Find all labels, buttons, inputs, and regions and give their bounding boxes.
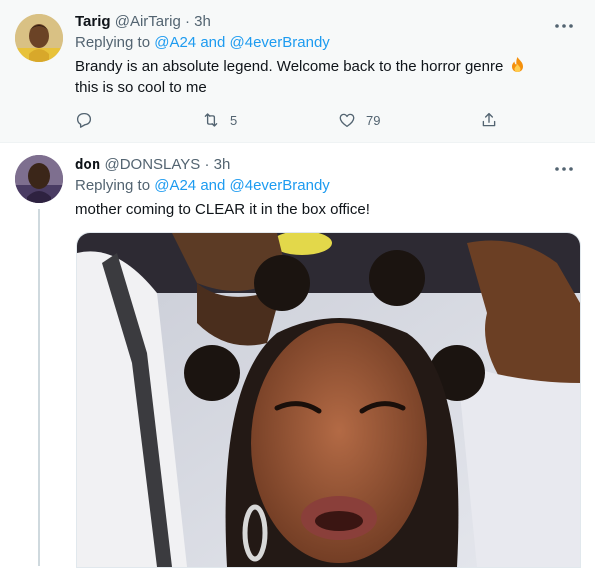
more-options-icon[interactable] bbox=[553, 18, 575, 28]
retweet-count: 5 bbox=[230, 112, 238, 128]
more-options-icon[interactable] bbox=[553, 161, 575, 171]
mention-link[interactable]: @A24 bbox=[154, 34, 196, 51]
handle[interactable]: @AirTarig bbox=[115, 13, 181, 30]
video-thumbnail[interactable] bbox=[76, 232, 581, 568]
thread-line bbox=[38, 209, 40, 566]
timestamp[interactable]: 3h bbox=[214, 156, 231, 173]
display-name[interactable]: don bbox=[75, 157, 100, 173]
handle[interactable]: @DONSLAYS bbox=[104, 156, 200, 173]
tweet-tarig[interactable]: Tarig @AirTarig · 3h Replying to @A24 an… bbox=[0, 0, 595, 143]
replying-prefix: Replying to bbox=[75, 177, 151, 194]
separator: · bbox=[184, 13, 190, 30]
mention-link[interactable]: @4everBrandy bbox=[230, 34, 330, 51]
reply-icon bbox=[76, 112, 92, 128]
share-button[interactable] bbox=[480, 109, 498, 131]
like-count: 79 bbox=[366, 112, 381, 128]
tweet-actions: 5 79 bbox=[75, 109, 515, 131]
tweet-text: mother coming to CLEAR it in the box off… bbox=[75, 201, 370, 218]
tweet-don[interactable]: don @DONSLAYS · 3h Replying to @A24 and … bbox=[0, 143, 595, 568]
share-icon bbox=[482, 112, 496, 127]
like-button[interactable]: 79 bbox=[338, 109, 380, 131]
tweet-text-part1: Brandy is an absolute legend. Welcome ba… bbox=[75, 58, 504, 75]
tweet-content: don @DONSLAYS · 3h Replying to @A24 and … bbox=[75, 155, 575, 220]
avatar[interactable] bbox=[15, 14, 63, 62]
reply-button[interactable] bbox=[75, 109, 93, 131]
heart-icon bbox=[339, 113, 355, 128]
tweet-text-part2: this is so cool to me bbox=[75, 79, 207, 96]
retweet-icon bbox=[204, 113, 218, 127]
mention-and[interactable]: and bbox=[200, 177, 225, 194]
replying-to: Replying to @A24 and @4everBrandy bbox=[75, 176, 575, 196]
mention-and[interactable]: and bbox=[200, 34, 225, 51]
separator: · bbox=[204, 156, 210, 173]
replying-prefix: Replying to bbox=[75, 34, 151, 51]
display-name[interactable]: Tarig bbox=[75, 13, 111, 30]
mention-link[interactable]: @4everBrandy bbox=[230, 177, 330, 194]
timestamp[interactable]: 3h bbox=[194, 13, 211, 30]
avatar[interactable] bbox=[15, 155, 63, 203]
tweet-header: don @DONSLAYS · 3h bbox=[75, 155, 575, 175]
tweet-text: Brandy is an absolute legend. Welcome ba… bbox=[75, 56, 555, 98]
replying-to: Replying to @A24 and @4everBrandy bbox=[75, 33, 575, 53]
fire-emoji bbox=[509, 56, 526, 73]
tweet-header: Tarig @AirTarig · 3h bbox=[75, 12, 575, 32]
mention-link[interactable]: @A24 bbox=[154, 177, 196, 194]
retweet-button[interactable]: 5 bbox=[202, 109, 237, 131]
tweet-content: Tarig @AirTarig · 3h Replying to @A24 an… bbox=[75, 12, 575, 98]
